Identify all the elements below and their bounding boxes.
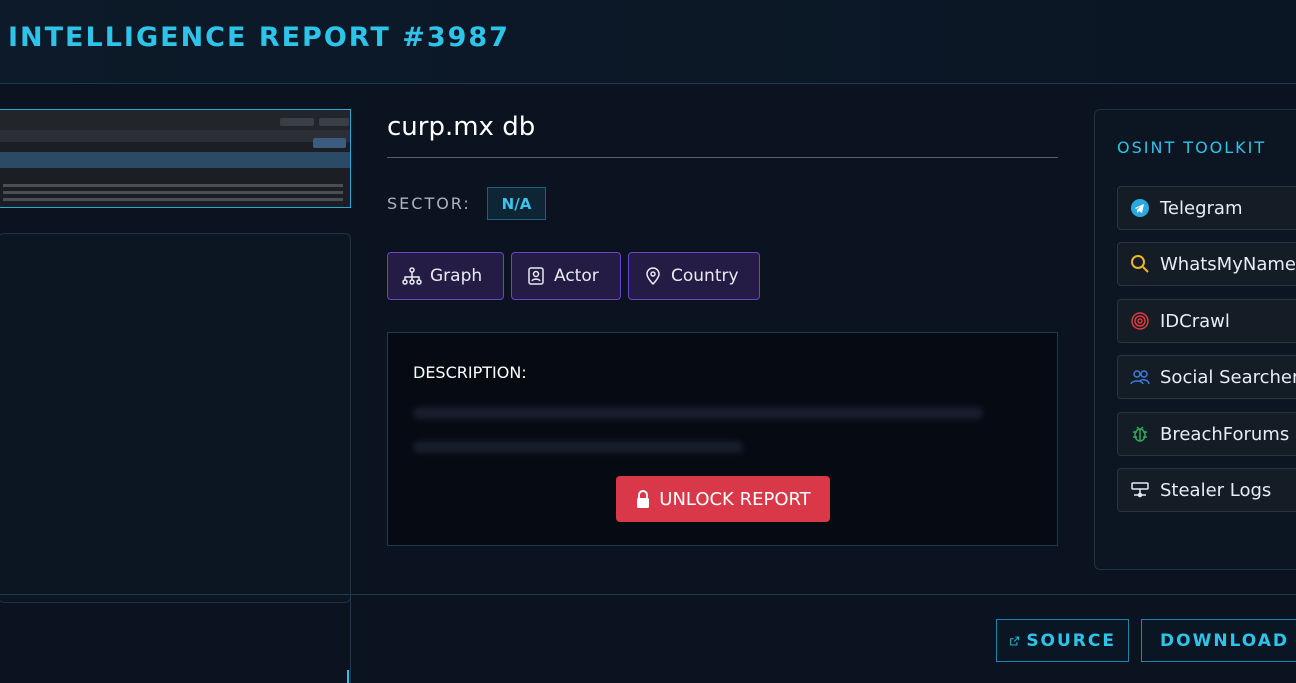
search-icon	[1131, 255, 1149, 273]
left-panel	[0, 233, 351, 603]
tool-label: IDCrawl	[1160, 310, 1230, 332]
tool-label: BreachForums	[1160, 423, 1290, 445]
divider	[350, 594, 351, 683]
country-button[interactable]: Country	[628, 252, 760, 300]
sector-badge: N/A	[487, 187, 546, 220]
blurred-description-line	[413, 441, 743, 453]
actor-button[interactable]: Actor	[511, 252, 621, 300]
graph-icon	[402, 267, 422, 285]
tool-social-searcher[interactable]: Social Searcher	[1117, 355, 1296, 399]
server-icon	[1131, 482, 1149, 498]
tool-stealer-logs[interactable]: Stealer Logs	[1117, 468, 1296, 512]
report-title: curp.mx db	[387, 112, 1058, 158]
osint-toolkit-panel: OSINT TOOLKIT Telegram WhatsMyName IDCra…	[1094, 109, 1296, 570]
header: INTELLIGENCE REPORT #3987	[0, 0, 1296, 84]
bug-icon	[1133, 426, 1147, 442]
graph-button[interactable]: Graph	[387, 252, 504, 300]
tool-breachforums[interactable]: BreachForums	[1117, 412, 1296, 456]
description-panel: DESCRIPTION: UNLOCK REPORT	[387, 332, 1058, 546]
source-button[interactable]: SOURCE	[996, 619, 1129, 662]
download-label: DOWNLOAD	[1160, 630, 1290, 651]
tool-whatsmyname[interactable]: WhatsMyName	[1117, 242, 1296, 286]
graph-label: Graph	[430, 266, 483, 286]
description-label: DESCRIPTION:	[413, 363, 527, 382]
actor-label: Actor	[554, 266, 599, 286]
external-link-icon	[1010, 636, 1020, 645]
report-screenshot-thumbnail[interactable]	[0, 109, 351, 208]
osint-title: OSINT TOOLKIT	[1117, 138, 1267, 157]
tool-label: Social Searcher	[1160, 366, 1296, 388]
actor-icon	[528, 267, 544, 285]
tool-telegram[interactable]: Telegram	[1117, 186, 1296, 230]
tool-idcrawl[interactable]: IDCrawl	[1117, 299, 1296, 343]
lock-icon	[637, 490, 650, 508]
sector-label: SECTOR:	[387, 194, 471, 213]
tool-label: Telegram	[1160, 197, 1243, 219]
blurred-description-line	[413, 407, 983, 419]
users-icon	[1130, 370, 1150, 385]
tool-label: Stealer Logs	[1160, 479, 1272, 501]
tool-label: WhatsMyName	[1160, 253, 1296, 275]
source-label: SOURCE	[1026, 630, 1116, 651]
scroll-indicator	[347, 670, 349, 683]
unlock-label: UNLOCK REPORT	[659, 488, 811, 510]
divider	[0, 594, 1296, 595]
unlock-report-button[interactable]: UNLOCK REPORT	[616, 476, 830, 522]
country-label: Country	[671, 266, 739, 286]
map-pin-icon	[646, 267, 660, 286]
telegram-icon	[1131, 199, 1149, 217]
page-title: INTELLIGENCE REPORT #3987	[8, 22, 510, 53]
fingerprint-icon	[1131, 312, 1149, 330]
download-button[interactable]: DOWNLOAD	[1141, 619, 1296, 662]
